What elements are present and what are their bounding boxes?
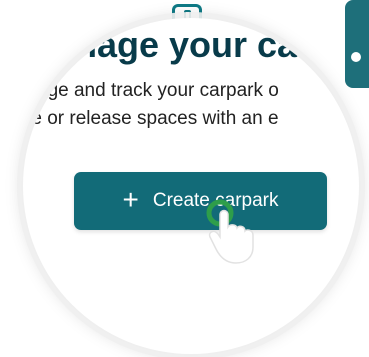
- tutorial-overlay: nage your car age and track your carpark…: [0, 0, 369, 357]
- description-line-2: erve or release spaces with an e: [23, 108, 279, 129]
- create-carpark-button[interactable]: + Create carpark: [74, 172, 327, 230]
- plus-icon: +: [122, 183, 139, 215]
- magnifier-lens: nage your car age and track your carpark…: [23, 18, 359, 354]
- hand-pointer-icon: [206, 199, 254, 264]
- description-line-1: age and track your carpark o: [37, 80, 279, 101]
- page-heading: nage your car: [74, 24, 312, 65]
